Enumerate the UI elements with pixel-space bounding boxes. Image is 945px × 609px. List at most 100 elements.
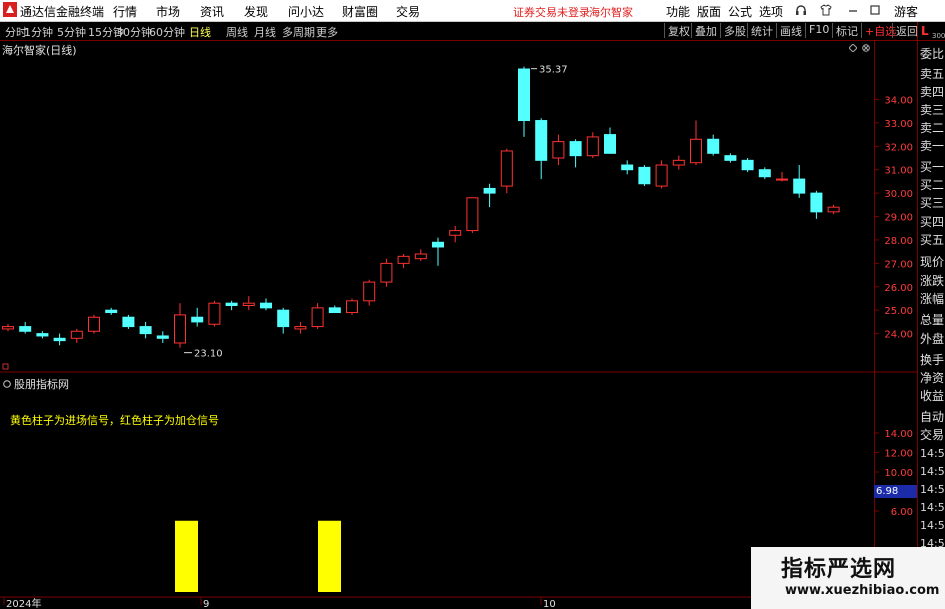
side-item-25[interactable]: 14:56 <box>920 519 945 532</box>
candle-body <box>621 164 634 171</box>
menu-market[interactable]: 市场 <box>156 3 180 20</box>
user-guest[interactable]: 游客 <box>894 3 918 20</box>
period-tab-5[interactable]: 60分钟 <box>149 24 185 40</box>
price-tick-label: 32.00 <box>884 142 913 153</box>
side-item-0[interactable]: 委比 <box>920 45 945 62</box>
side-item-6[interactable]: 买一 <box>920 158 945 175</box>
side-item-23[interactable]: 14:56 <box>920 483 945 496</box>
candle-body <box>242 302 255 307</box>
candle-body <box>88 316 100 332</box>
period-tab-9[interactable]: 多周期 <box>282 24 315 40</box>
period-tab-10[interactable]: 更多 <box>316 24 338 40</box>
toolbar-btn-6[interactable]: 标记 <box>832 23 858 38</box>
menu-quotes[interactable]: 行情 <box>113 3 137 20</box>
indicator-tick-label: 6.00 <box>891 507 913 518</box>
candle-body <box>346 300 358 314</box>
indicator-panel-header: 股朋指标网 <box>3 376 69 392</box>
side-item-8[interactable]: 买三 <box>920 194 945 211</box>
period-tab-6[interactable]: 日线 <box>189 24 211 40</box>
side-item-22[interactable]: 14:56 <box>920 465 945 478</box>
toolbar-btn-3[interactable]: 统计 <box>747 23 773 38</box>
x-axis-label: 10 <box>543 599 556 609</box>
candle-body <box>604 134 616 154</box>
side-item-11[interactable]: 现价 <box>920 253 945 270</box>
side-item-2[interactable]: 卖四 <box>920 83 945 100</box>
close-panel-icon[interactable] <box>862 44 870 52</box>
period-tab-7[interactable]: 周线 <box>226 24 248 40</box>
menu-news[interactable]: 资讯 <box>200 3 224 20</box>
menu-formula[interactable]: 公式 <box>728 3 752 20</box>
menu-layout[interactable]: 版面 <box>697 3 721 20</box>
candle-body <box>638 166 651 185</box>
price-tick-label: 27.00 <box>884 259 913 270</box>
toolbar-btn-4[interactable]: 画线 <box>776 23 802 38</box>
toolbar-btn-8[interactable]: 返回 <box>892 23 918 38</box>
side-corner-bottom: 300 <box>932 32 945 40</box>
candle-body <box>363 281 376 302</box>
candle-body <box>294 326 307 330</box>
menu-ask[interactable]: 问小达 <box>288 3 324 20</box>
shirt-icon[interactable] <box>820 4 832 16</box>
candle-body <box>449 230 462 236</box>
side-item-4[interactable]: 卖二 <box>920 119 945 136</box>
side-item-9[interactable]: 买四 <box>920 213 945 230</box>
menu-options[interactable]: 选项 <box>759 3 783 20</box>
toolbar-btn-1[interactable]: 叠加 <box>691 23 717 38</box>
price-tick-label: 30.00 <box>884 189 913 200</box>
side-item-16[interactable]: 换手 <box>920 351 945 368</box>
expand-circle-icon[interactable] <box>3 380 11 388</box>
candle-body <box>277 309 290 328</box>
toolbar-btn-0[interactable]: 复权 <box>664 23 690 38</box>
indicator-tick-label: 12.00 <box>884 449 913 460</box>
toolbar-btn-2[interactable]: 多股 <box>720 23 746 38</box>
maximize-icon[interactable] <box>869 4 881 16</box>
side-item-15[interactable]: 外盘 <box>920 330 945 347</box>
headset-icon[interactable] <box>795 4 807 16</box>
toolbar-btn-7[interactable]: +自选 <box>861 23 896 38</box>
candle-body <box>19 326 32 332</box>
side-item-18[interactable]: 收益 <box>920 387 945 404</box>
side-item-20[interactable]: 交易 <box>920 426 945 443</box>
candle-body <box>810 192 823 213</box>
login-notice[interactable]: 证券交易未登录 <box>513 4 590 20</box>
period-tab-8[interactable]: 月线 <box>254 24 276 40</box>
side-item-1[interactable]: 卖五 <box>920 65 945 82</box>
price-tick-label: 33.00 <box>884 119 913 130</box>
candle-body <box>191 316 204 323</box>
side-item-5[interactable]: 卖一 <box>920 137 945 154</box>
candle-body <box>655 164 668 187</box>
candle-body <box>311 307 324 328</box>
candle-body <box>208 302 221 325</box>
period-tab-2[interactable]: 5分钟 <box>57 24 86 40</box>
candle-body <box>122 316 135 328</box>
chart-area[interactable]: 34.00 33.00 32.00 31.00 30.00 29.00 28.00 27.00… <box>0 41 945 609</box>
side-corner-top: L <box>921 24 929 38</box>
menu-discover[interactable]: 发现 <box>244 3 268 20</box>
candle-body <box>707 138 720 154</box>
menu-trade[interactable]: 交易 <box>396 3 420 20</box>
menu-function[interactable]: 功能 <box>666 3 690 20</box>
side-item-19[interactable]: 自动 <box>920 408 945 425</box>
diamond-icon[interactable] <box>849 44 857 52</box>
candle-body <box>776 178 788 181</box>
period-tab-4[interactable]: 30分钟 <box>116 24 152 40</box>
side-item-21[interactable]: 14:56 <box>920 447 945 460</box>
signal-bar <box>175 520 198 592</box>
minimize-icon[interactable] <box>847 4 859 16</box>
candle-body <box>552 141 565 159</box>
indicator-panel-title: 股朋指标网 <box>14 378 69 391</box>
period-tab-1[interactable]: 1分钟 <box>24 24 53 40</box>
candle-body <box>2 326 14 330</box>
side-item-7[interactable]: 买二 <box>920 176 945 193</box>
price-tick-label: 29.00 <box>884 213 913 224</box>
side-item-17[interactable]: 净资 <box>920 369 945 386</box>
side-item-24[interactable]: 14:56 <box>920 501 945 514</box>
side-item-3[interactable]: 卖三 <box>920 101 945 118</box>
side-item-14[interactable]: 总量 <box>920 311 945 328</box>
side-item-13[interactable]: 涨幅 <box>920 290 945 307</box>
menu-wealth[interactable]: 财富圈 <box>342 3 378 20</box>
side-item-10[interactable]: 买五 <box>920 231 945 248</box>
current-stock: 海尔智家 <box>589 6 633 19</box>
toolbar-btn-5[interactable]: F10 <box>805 23 829 38</box>
side-item-12[interactable]: 涨跌 <box>920 272 945 289</box>
